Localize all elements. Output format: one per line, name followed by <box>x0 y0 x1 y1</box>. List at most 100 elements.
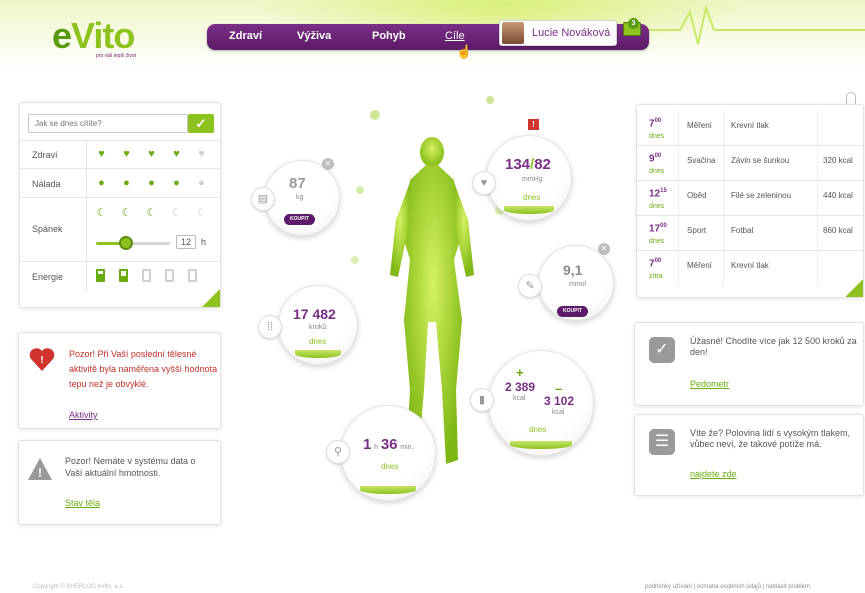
battery-icon[interactable] <box>165 269 174 282</box>
schedule-panel: 700 dnes Měření Krevní tlak 900 dnes Sva… <box>636 104 864 298</box>
heart-icon[interactable]: ♥ <box>121 149 132 160</box>
schedule-name: Krevní tlak <box>731 261 769 270</box>
sleep-slider-handle[interactable] <box>119 236 133 250</box>
schedule-row[interactable]: 700 zítra Měření Krevní tlak <box>637 251 863 286</box>
heart-icon[interactable]: ♥ <box>96 149 107 160</box>
schedule-row[interactable]: 700 dnes Měření Krevní tlak <box>637 111 863 146</box>
moon-icon[interactable]: ☾ <box>196 208 207 219</box>
heart-rate-icon: ♥ <box>472 171 496 195</box>
sleep-rating[interactable]: ☾ ☾ ☾ ☾ ☾ <box>96 208 207 219</box>
cycling-bubble[interactable]: 1 h 36 min. dnes <box>340 405 436 501</box>
smiley-icon[interactable]: ● <box>171 178 182 189</box>
smiley-icon[interactable]: ● <box>146 178 157 189</box>
nav-item-zdravi[interactable]: Zdraví <box>229 30 262 42</box>
nav-item-vyziva[interactable]: Výživa <box>297 30 331 42</box>
footsteps-icon: ⁞⁞ <box>258 315 282 339</box>
divider <box>86 198 87 262</box>
app: eVito pro váš lepší život Zdraví Výživa … <box>0 0 865 593</box>
calories-burned-unit: kcal <box>552 409 565 416</box>
battery-icon[interactable] <box>188 269 197 282</box>
bubble-base <box>509 441 573 449</box>
close-icon[interactable]: ✕ <box>322 158 334 170</box>
schedule-row[interactable]: 900 dnes Svačina Závin se šunkou 320 kca… <box>637 146 863 181</box>
calories-intake-unit: kcal <box>513 395 526 402</box>
cycling-minutes-unit: min. <box>400 444 414 451</box>
mood-label: Zdraví <box>32 150 58 160</box>
steps-bubble[interactable]: 17 482 kroků dnes <box>278 285 358 365</box>
weight-unit: kg <box>296 194 304 201</box>
mood-panel: ✓ Zdraví ♥ ♥ ♥ ♥ ♥ Nálada ● ● ● ● ● <box>19 102 221 308</box>
glucose-bubble[interactable]: 9,1 mmol KOUPIT <box>538 245 614 321</box>
footer-links[interactable]: podmínky užívání | ochrana osobních údaj… <box>645 584 810 590</box>
energy-rating[interactable] <box>96 269 197 282</box>
glucometer-icon: ✎ <box>518 274 542 298</box>
schedule-day: dnes <box>649 238 665 245</box>
battery-icon[interactable] <box>142 269 151 282</box>
heart-alert-icon: ! <box>29 348 55 371</box>
bubble-base <box>294 350 342 358</box>
confirm-check-button[interactable]: ✓ <box>188 114 214 133</box>
moon-icon[interactable]: ☾ <box>171 208 182 219</box>
calories-bubble[interactable]: + 2 389 kcal – 3 102 kcal dnes <box>488 350 594 456</box>
smiley-icon[interactable]: ● <box>121 178 132 189</box>
logo-text: eVito <box>52 15 135 56</box>
smiley-icon[interactable]: ● <box>196 178 207 189</box>
nav-item-pohyb[interactable]: Pohyb <box>372 30 406 42</box>
mood-label: Spánek <box>32 224 63 234</box>
heart-icon[interactable]: ♥ <box>146 149 157 160</box>
buy-scale-button[interactable]: KOUPIT <box>284 214 315 225</box>
schedule-name: Krevní tlak <box>731 121 769 130</box>
schedule-row[interactable]: 1700 dnes Sport Fotbal 860 kcal <box>637 216 863 251</box>
schedule-kcal: 320 kcal <box>823 156 853 165</box>
logo[interactable]: eVito pro váš lepší život <box>52 15 136 60</box>
moon-icon[interactable]: ☾ <box>146 208 157 219</box>
schedule-name: Fotbal <box>731 226 754 235</box>
svg-text:!: ! <box>38 466 42 480</box>
user-name: Lucie Nováková <box>532 27 611 39</box>
divider <box>86 262 87 292</box>
moon-icon[interactable]: ☾ <box>96 208 107 219</box>
body-status-link[interactable]: Stav těla <box>65 498 100 508</box>
battery-icon[interactable] <box>119 269 128 282</box>
weight-alert-text: Pozor! Nemáte v systému data o Vaší aktu… <box>65 456 196 478</box>
user-profile[interactable]: Lucie Nováková <box>499 20 617 46</box>
activity-link[interactable]: Aktivity <box>69 410 98 420</box>
scale-icon: ▤ <box>251 187 275 211</box>
weight-alert-panel: ! Pozor! Nemáte v systému data o Vaší ak… <box>18 440 221 525</box>
heart-icon[interactable]: ♥ <box>196 149 207 160</box>
smiley-icon[interactable]: ● <box>96 178 107 189</box>
nav-item-cile[interactable]: Cíle <box>445 30 465 42</box>
schedule-row[interactable]: 1215 dnes Oběd Filé se zeleninou 440 kca… <box>637 181 863 216</box>
buy-glucometer-button[interactable]: KOUPIT <box>557 306 588 317</box>
pressure-unit: mmHg <box>522 176 543 183</box>
pressure-reading: 134/82 <box>505 156 551 173</box>
schedule-day: zítra <box>649 273 663 280</box>
pedometer-link[interactable]: Pedometr <box>690 379 729 389</box>
mood-row-sleep: Spánek ☾ ☾ ☾ ☾ ☾ <box>20 197 220 262</box>
schedule-time: 900 <box>649 153 662 165</box>
find-here-link[interactable]: najdete zde <box>690 469 737 479</box>
battery-icon[interactable] <box>96 269 105 282</box>
close-icon[interactable]: ✕ <box>598 243 610 255</box>
schedule-day: dnes <box>649 203 665 210</box>
weight-bubble[interactable]: 87 kg KOUPIT <box>264 160 340 236</box>
activity-alert-text: Pozor! Při Vaší poslední tělesné aktivit… <box>69 349 218 389</box>
health-rating[interactable]: ♥ ♥ ♥ ♥ ♥ <box>96 149 207 160</box>
cycling-hours: 1 <box>363 436 372 453</box>
blood-pressure-bubble[interactable]: 134/82 mmHg dnes <box>486 135 572 221</box>
cycling-duration: 1 h 36 min. <box>363 436 414 453</box>
schedule-type: Sport <box>687 226 707 235</box>
divider <box>86 169 87 198</box>
sleep-hours-input[interactable]: 12 <box>176 235 196 249</box>
pressure-systolic: 134 <box>505 156 531 173</box>
mood-rating[interactable]: ● ● ● ● ● <box>96 178 207 189</box>
schedule-type: Měření <box>687 121 712 130</box>
pressure-diastolic: 82 <box>534 156 551 173</box>
mood-input[interactable] <box>28 114 188 133</box>
checkmark-icon: ✓ <box>649 337 675 363</box>
pressure-when: dnes <box>523 193 541 202</box>
pressure-info-text: Víte že? Polovina lidí s vysokým tlakem,… <box>690 428 851 449</box>
heart-icon[interactable]: ♥ <box>171 149 182 160</box>
moon-icon[interactable]: ☾ <box>121 208 132 219</box>
schedule-kcal: 440 kcal <box>823 191 853 200</box>
